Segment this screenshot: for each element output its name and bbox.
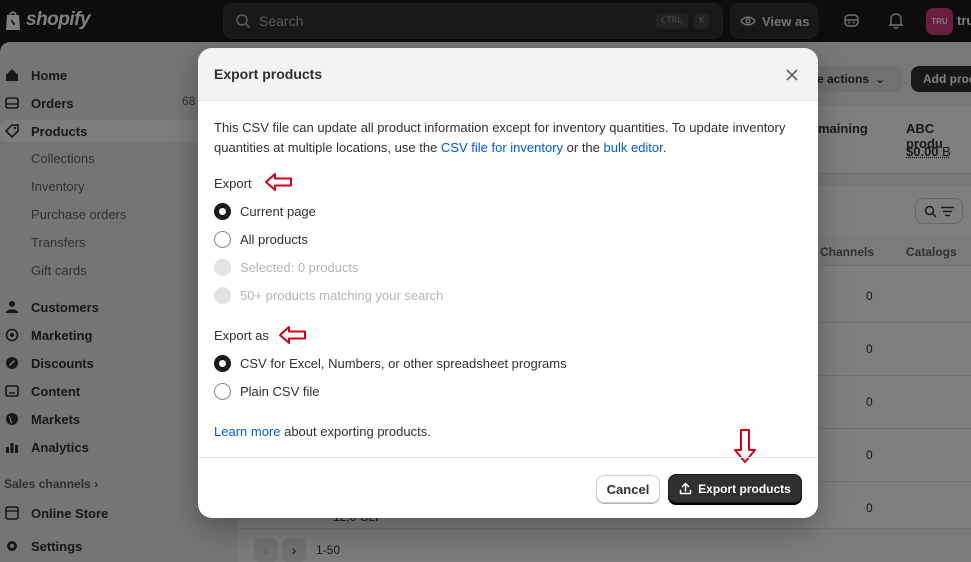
export-products-button[interactable]: Export products: [668, 474, 802, 503]
format-option-csv-excel[interactable]: CSV for Excel, Numbers, or other spreads…: [214, 355, 567, 372]
description-text: or the: [563, 140, 604, 155]
radio-disabled: [214, 259, 231, 276]
dialog-description: This CSV file can update all product inf…: [214, 118, 794, 158]
export-option-matching-search: 50+ products matching your search: [214, 287, 443, 304]
radio-unselected[interactable]: [214, 383, 231, 400]
radio-unselected[interactable]: [214, 231, 231, 248]
radio-label: Current page: [240, 204, 316, 219]
radio-label: CSV for Excel, Numbers, or other spreads…: [240, 356, 567, 371]
format-option-plain-csv[interactable]: Plain CSV file: [214, 383, 319, 400]
radio-disabled: [214, 287, 231, 304]
export-products-dialog: Export products This CSV file can update…: [198, 48, 818, 518]
radio-selected[interactable]: [214, 355, 231, 372]
radio-label: Plain CSV file: [240, 384, 320, 399]
export-option-all-products[interactable]: All products: [214, 231, 308, 248]
export-products-label: Export products: [698, 481, 791, 496]
radio-label: 50+ products matching your search: [240, 288, 444, 303]
learn-more-link[interactable]: Learn more: [214, 424, 280, 439]
export-option-current-page[interactable]: Current page: [214, 203, 316, 220]
export-option-selected-products: Selected: 0 products: [214, 259, 359, 276]
dialog-title: Export products: [214, 66, 323, 82]
export-scope-label: Export: [214, 176, 252, 191]
cancel-button[interactable]: Cancel: [596, 475, 660, 503]
radio-label: Selected: 0 products: [240, 260, 359, 275]
annotation-arrow-left-icon: [265, 173, 292, 191]
annotation-arrow-left-icon: [279, 326, 306, 344]
learn-more-suffix: about exporting products.: [280, 424, 431, 439]
export-format-label: Export as: [214, 328, 269, 343]
description-text: .: [662, 140, 667, 155]
dialog-header: Export products: [198, 48, 818, 101]
cancel-label: Cancel: [606, 481, 650, 497]
radio-selected[interactable]: [214, 203, 231, 220]
upload-icon: [679, 482, 692, 495]
close-button[interactable]: [782, 65, 802, 85]
radio-label: All products: [240, 232, 308, 247]
learn-more-text: Learn more about exporting products.: [214, 424, 431, 439]
csv-inventory-link[interactable]: CSV file for inventory: [441, 140, 563, 155]
close-icon: [786, 69, 798, 81]
bulk-editor-link[interactable]: bulk editor: [604, 140, 663, 155]
